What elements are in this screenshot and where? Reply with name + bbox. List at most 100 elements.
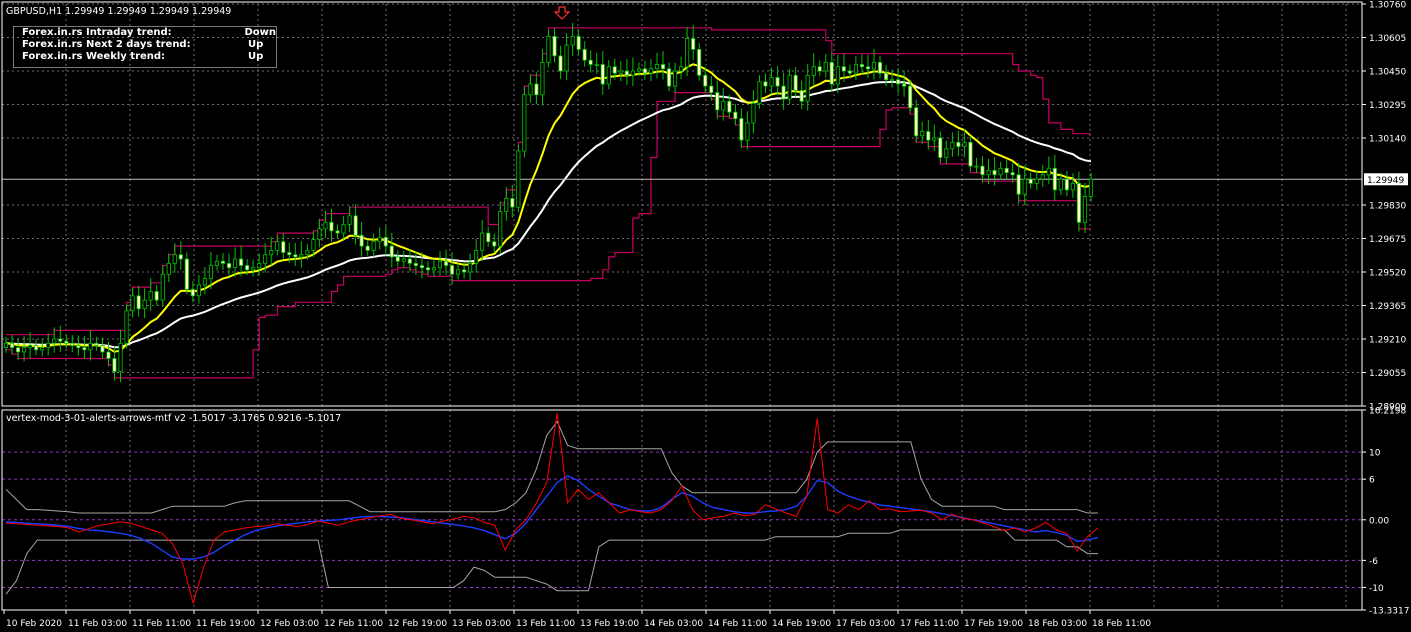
candle-body — [226, 262, 232, 269]
candle-body — [196, 284, 201, 297]
candle-body — [606, 66, 611, 85]
candle — [9, 335, 15, 355]
candle-body — [1022, 178, 1027, 195]
candle-body — [992, 169, 997, 176]
candle — [1040, 164, 1045, 187]
candle-body — [413, 262, 418, 266]
candle-body — [757, 81, 762, 104]
candle — [317, 218, 322, 248]
candle-body — [763, 81, 768, 87]
candle-body — [612, 66, 617, 74]
candles — [3, 23, 1094, 383]
candle-body — [166, 262, 171, 275]
candle — [763, 73, 768, 93]
price-tick-label: 1.30605 — [1369, 34, 1406, 44]
candle-body — [365, 245, 370, 251]
candle — [679, 56, 684, 79]
candle-body — [474, 249, 479, 264]
candle — [46, 333, 51, 356]
indicator-grid — [2, 410, 1362, 610]
time-tick-label: 11 Feb 11:00 — [132, 619, 191, 629]
candle — [980, 156, 985, 183]
time-tick-label: 14 Feb 19:00 — [772, 619, 831, 629]
candle — [492, 233, 497, 253]
candle-body — [281, 241, 286, 253]
candle-body — [853, 64, 858, 74]
candle — [962, 128, 967, 158]
candle-body — [703, 74, 708, 87]
price-tick-label: 1.30760 — [1369, 1, 1406, 11]
candle — [1028, 172, 1033, 189]
candle — [1088, 172, 1094, 202]
candle — [504, 186, 509, 221]
candle — [775, 65, 780, 96]
candle — [606, 60, 611, 90]
indicator-axis: 16.2198 10 6 0.00 -6 -10 -13.3317 — [1362, 407, 1409, 617]
time-tick-label: 17 Feb 03:00 — [836, 619, 895, 629]
candle-body — [395, 256, 400, 262]
candle-body — [648, 68, 653, 74]
candle — [552, 28, 557, 63]
candle-body — [859, 64, 864, 68]
candle — [787, 68, 792, 105]
candle-body — [715, 92, 720, 111]
candle-body — [558, 55, 563, 72]
candle — [522, 86, 527, 158]
indicator-blue-line — [5, 475, 1099, 560]
candle-body — [263, 254, 268, 264]
candle-body — [486, 232, 491, 243]
candle-body — [661, 64, 666, 70]
candle — [1034, 170, 1039, 190]
candle — [365, 239, 370, 256]
candle-body — [208, 265, 214, 279]
candle-body — [1010, 172, 1015, 176]
candle — [733, 103, 738, 126]
candle — [896, 68, 901, 94]
candle-body — [890, 79, 895, 81]
candle — [697, 42, 702, 81]
candle-body — [679, 66, 684, 72]
candle-body — [528, 83, 533, 96]
candle-body — [878, 62, 883, 74]
candle-body — [926, 131, 931, 141]
indicator-title: vertex-mod-3-01-alerts-arrows-mtf v2 -1.… — [6, 413, 341, 424]
candle — [15, 337, 21, 360]
time-tick-label: 13 Feb 03:00 — [452, 619, 511, 629]
candle-body — [275, 241, 280, 251]
candle-body — [70, 342, 75, 346]
candle — [745, 111, 750, 150]
candle-body — [462, 269, 467, 273]
time-tick-label: 11 Feb 03:00 — [68, 619, 127, 629]
indicator-tick-label: -13.3317 — [1369, 607, 1409, 617]
candle-body — [823, 62, 828, 72]
candle-body — [691, 38, 696, 50]
indicator-tick-label: -6 — [1369, 557, 1378, 567]
candle-body — [811, 66, 816, 76]
candle-body — [480, 232, 485, 251]
candle — [642, 60, 647, 80]
candle-body — [389, 245, 394, 258]
candle — [142, 288, 147, 319]
candle-body — [305, 249, 310, 256]
chart-window[interactable]: 1.30760 1.30605 1.30450 1.30295 1.30140 1.298… — [0, 0, 1411, 632]
candle-body — [449, 265, 455, 275]
candle — [1076, 171, 1082, 232]
price-tick-label: 1.30450 — [1369, 68, 1406, 78]
candle — [1082, 183, 1088, 233]
candle — [359, 221, 364, 257]
price-tick-label: 1.29520 — [1369, 269, 1406, 279]
candle-body — [673, 70, 678, 87]
trend-value: Up — [248, 51, 264, 62]
candle — [534, 72, 539, 105]
channel-upper-line — [6, 27, 1091, 336]
indicator-lines — [5, 412, 1099, 605]
candle — [498, 201, 503, 254]
time-tick-label: 10 Feb 2020 — [6, 619, 62, 629]
candle — [154, 285, 159, 306]
candle-body — [564, 44, 569, 72]
indicator-tick-label: -10 — [1369, 584, 1384, 594]
candle-body — [142, 299, 147, 310]
candle — [600, 51, 605, 95]
candle — [673, 62, 678, 93]
price-tick-label: 1.29055 — [1369, 369, 1406, 379]
